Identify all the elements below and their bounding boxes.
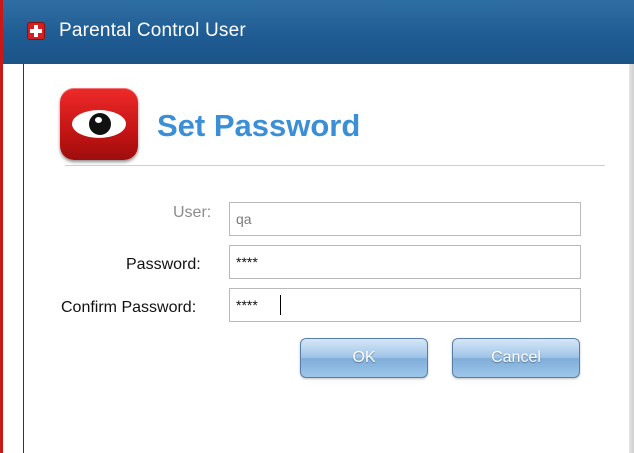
password-label: Password: <box>126 256 201 273</box>
header-divider <box>65 165 605 166</box>
confirm-password-label: Confirm Password: <box>61 299 197 316</box>
eye-icon <box>60 88 138 160</box>
page-title: Set Password <box>157 108 361 143</box>
title-bar[interactable]: Parental Control User <box>3 0 634 64</box>
dialog-content: Set Password User: Password: Confirm Pas… <box>23 64 629 453</box>
dialog-window: Parental Control User Set Password User:… <box>0 0 634 453</box>
user-label: User: <box>173 204 212 221</box>
password-field[interactable] <box>229 245 581 279</box>
user-field <box>229 202 581 236</box>
text-caret <box>280 295 281 315</box>
window-title: Parental Control User <box>59 20 246 41</box>
red-cross-icon <box>27 22 45 40</box>
eye-shine <box>95 117 102 123</box>
confirm-password-field[interactable] <box>229 288 581 322</box>
ok-button[interactable]: OK <box>300 338 428 378</box>
cancel-button[interactable]: Cancel <box>452 338 580 378</box>
